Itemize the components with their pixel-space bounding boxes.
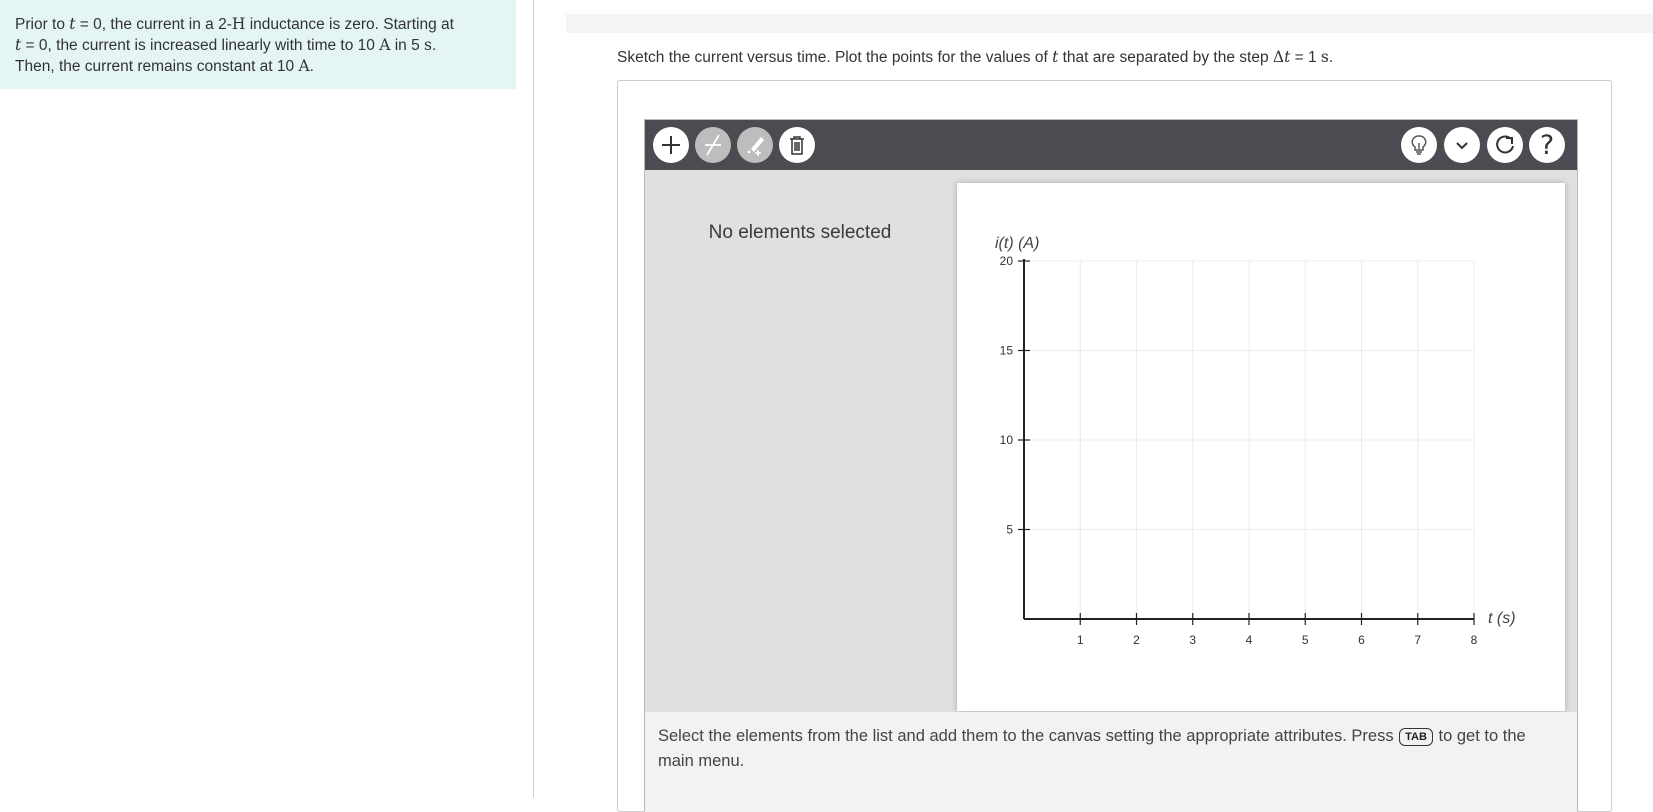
element-list-panel: No elements selected <box>645 170 955 710</box>
lightbulb-icon <box>1411 135 1427 155</box>
plus-icon <box>662 136 680 154</box>
x-axis-label: t (s) <box>1488 610 1516 627</box>
question-instruction: Sketch the current versus time. Plot the… <box>617 48 1333 67</box>
tab-key-badge: TAB <box>1399 727 1433 746</box>
x-tick-label: 1 <box>1077 633 1084 647</box>
unit-ampere: A <box>379 36 391 54</box>
y-tick-label: 5 <box>1006 523 1013 537</box>
problem-text-seg: in 5 <box>390 37 425 54</box>
problem-panel: Prior to t = 0, the current in a 2-H ind… <box>0 0 516 89</box>
line-tool-icon <box>705 134 721 156</box>
unit-second: s <box>1320 48 1329 66</box>
edit-tool-button[interactable] <box>737 127 773 163</box>
problem-text: Prior to t = 0, the current in a 2-H ind… <box>15 14 505 77</box>
instruction-seg: . <box>1328 49 1334 66</box>
unit-ampere: A <box>298 57 310 75</box>
graph-canvas[interactable]: 1 2 3 4 5 6 7 8 5 10 15 20 i(t) (A) t (s) <box>957 183 1565 711</box>
help-area: Select the elements from the list and ad… <box>645 712 1577 812</box>
x-tick-label: 6 <box>1358 633 1365 647</box>
trash-icon <box>790 136 804 155</box>
y-axis-label: i(t) (A) <box>995 235 1039 252</box>
unit-henry: H <box>231 15 246 33</box>
x-tick-label: 5 <box>1302 633 1309 647</box>
problem-text-seg: inductance is zero. Starting at <box>245 16 454 33</box>
hint-button[interactable] <box>1401 127 1437 163</box>
add-button[interactable] <box>653 127 689 163</box>
x-tick-label: 7 <box>1414 633 1421 647</box>
problem-text-seg: Then, the current remains constant at 10 <box>15 58 299 75</box>
redo-icon <box>1496 135 1514 154</box>
pen-plus-icon <box>747 137 764 156</box>
x-tick-label: 4 <box>1246 633 1253 647</box>
header-strip <box>566 14 1653 33</box>
x-tick-label: 3 <box>1189 633 1196 647</box>
delete-button[interactable] <box>779 127 815 163</box>
unit-second: s <box>424 36 432 54</box>
pane-divider <box>533 0 534 798</box>
problem-text-seg: = 0, the current is increased linearly w… <box>21 37 380 54</box>
chevron-down-icon <box>1456 142 1468 150</box>
expand-button[interactable] <box>1444 127 1480 163</box>
instruction-seg: = 1 <box>1290 49 1321 66</box>
line-tool-button[interactable] <box>695 127 731 163</box>
problem-text-seg: = 0, the current in a 2- <box>75 16 232 33</box>
help-text-seg: Select the elements from the list and ad… <box>658 727 1399 745</box>
problem-text-seg: . <box>309 58 314 75</box>
x-tick-label: 8 <box>1471 633 1478 647</box>
question-mark-icon: ? <box>1539 129 1555 161</box>
selection-status: No elements selected <box>708 222 892 243</box>
help-button[interactable]: ? <box>1529 127 1565 163</box>
problem-text-seg: . <box>431 37 437 54</box>
y-tick-label: 20 <box>1000 254 1014 268</box>
help-text: Select the elements from the list and ad… <box>658 724 1563 774</box>
problem-text-seg: Prior to <box>15 16 70 33</box>
instruction-seg: Sketch the current versus time. Plot the… <box>617 49 1053 66</box>
y-tick-label: 15 <box>1000 344 1014 358</box>
toolbar: ? <box>645 120 1577 170</box>
instruction-seg: that are separated by the step <box>1058 49 1273 66</box>
math-delta: Δ <box>1272 48 1285 66</box>
x-tick-label: 2 <box>1133 633 1140 647</box>
reset-button[interactable] <box>1487 127 1523 163</box>
graphing-tool: ? No elements selected 1 2 3 4 5 6 7 8 5 10 15 20 i(… <box>644 119 1578 812</box>
y-tick-label: 10 <box>1000 433 1014 447</box>
chart[interactable]: 1 2 3 4 5 6 7 8 5 10 15 20 i(t) (A) t (s) <box>957 183 1565 711</box>
